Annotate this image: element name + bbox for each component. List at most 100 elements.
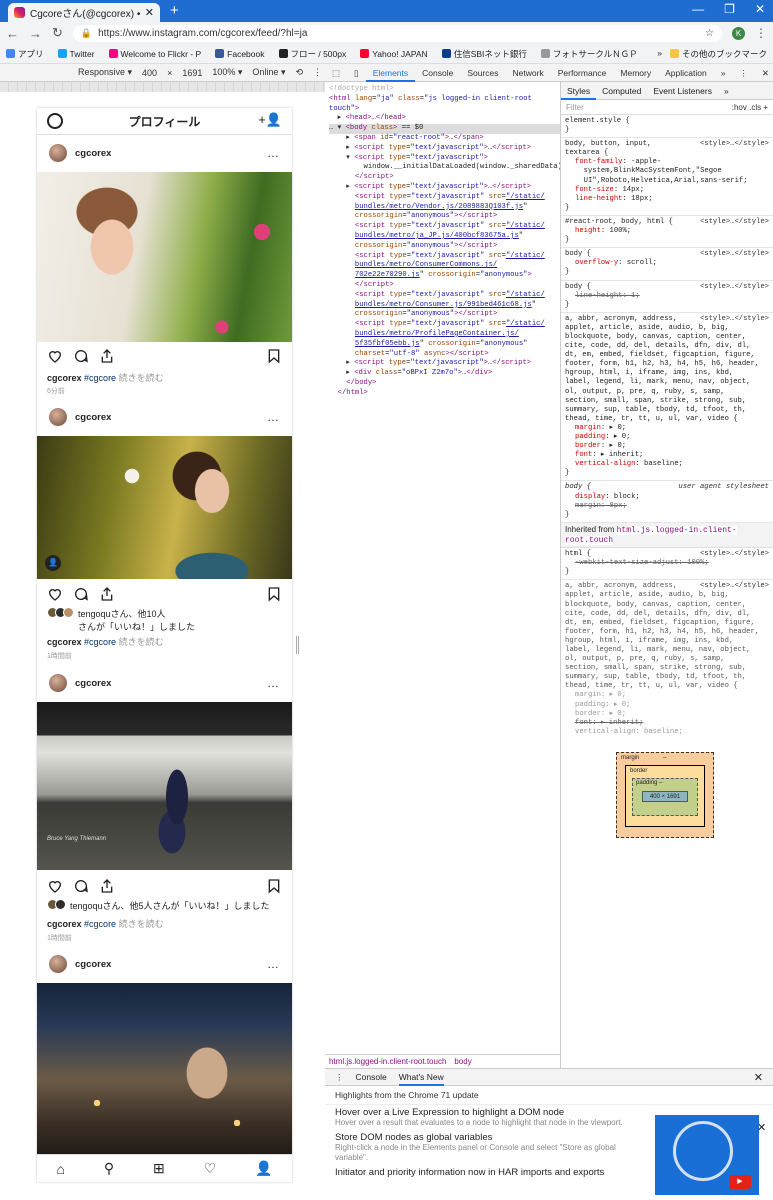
whats-new-item[interactable]: Hover over a Live Expression to highligh… bbox=[325, 1105, 643, 1130]
hashtag-link[interactable]: #cgcore bbox=[84, 637, 116, 647]
reload-icon[interactable]: ↻ bbox=[52, 25, 63, 41]
drawer-menu-icon[interactable]: ⋮ bbox=[335, 1072, 344, 1083]
hashtag-link[interactable]: #cgcore bbox=[84, 373, 116, 383]
dom-node-line[interactable]: ▾ <script type="text/javascript"> bbox=[329, 154, 560, 164]
tab-network[interactable]: Network bbox=[506, 64, 551, 82]
styles-overflow-icon[interactable]: » bbox=[718, 82, 735, 100]
share-icon[interactable] bbox=[99, 348, 115, 364]
dom-node-line[interactable]: 5f35fbf05ebb.js" crossorigin="anonymous" bbox=[329, 340, 560, 350]
whats-new-video-thumbnail[interactable]: ▶ bbox=[655, 1115, 759, 1195]
styles-rules[interactable]: element.style {} <style>…</style> body, b… bbox=[561, 115, 773, 735]
activity-heart-icon[interactable]: ♡ bbox=[204, 1160, 217, 1177]
dom-node-line[interactable]: </script> bbox=[329, 281, 560, 291]
box-content-size[interactable]: 400 × 1691 bbox=[642, 791, 688, 802]
box-margin-value[interactable]: – bbox=[663, 755, 666, 761]
zoom-select[interactable]: 100% ▾ bbox=[212, 67, 242, 78]
devtools-close-icon[interactable]: ✕ bbox=[755, 64, 773, 82]
post-username[interactable]: cgcorex bbox=[75, 678, 111, 689]
bookmark-item[interactable]: アプリ bbox=[6, 48, 44, 60]
post-username[interactable]: cgcorex bbox=[75, 148, 111, 159]
dom-node-line[interactable]: crossorigin="anonymous"></script> bbox=[329, 212, 560, 222]
close-window-icon[interactable]: ✕ bbox=[755, 2, 765, 16]
browser-tab[interactable]: Cgcoreさん(@cgcorex) • Instagram ✕ bbox=[8, 3, 160, 22]
tab-console[interactable]: Console bbox=[415, 64, 460, 82]
post-photo[interactable]: Bruce Yang Thiemann bbox=[37, 702, 292, 870]
breadcrumb-item[interactable]: body bbox=[454, 1057, 471, 1066]
whats-new-close-icon[interactable]: ✕ bbox=[757, 1121, 766, 1134]
post-photo[interactable] bbox=[37, 983, 292, 1158]
filter-tools[interactable]: :hov .cls + bbox=[732, 103, 768, 112]
more-options-icon[interactable]: … bbox=[267, 410, 280, 424]
bookmark-item[interactable]: フロー / 500px bbox=[278, 48, 346, 60]
share-icon[interactable] bbox=[99, 586, 115, 602]
forward-icon[interactable]: → bbox=[29, 26, 42, 41]
dom-node-line[interactable]: bundles/metro/ProfilePageContainer.js/ bbox=[329, 330, 560, 340]
dom-node-line[interactable]: bundles/metro/Vendor.js/2089883Q103f.js" bbox=[329, 203, 560, 213]
likes-text[interactable]: tengoquさん、他10人 bbox=[78, 609, 166, 619]
dom-node-line[interactable]: bundles/metro/Consumer.js/991bed461c68.j… bbox=[329, 301, 560, 311]
more-options-icon[interactable]: … bbox=[267, 146, 280, 160]
bookmark-item[interactable]: 住信SBIネット銀行 bbox=[441, 48, 527, 60]
dom-node-line[interactable]: touch"> bbox=[329, 105, 560, 115]
breadcrumb-item[interactable]: html.js.logged-in.client-root.touch bbox=[329, 1057, 446, 1066]
settings-gear-icon[interactable] bbox=[47, 113, 63, 129]
device-width-input[interactable]: 400 bbox=[142, 68, 157, 78]
tab-sources[interactable]: Sources bbox=[460, 64, 505, 82]
read-more-link[interactable]: 続きを読む bbox=[119, 637, 164, 647]
caption-username[interactable]: cgcorex bbox=[47, 637, 82, 647]
heart-icon[interactable] bbox=[47, 586, 63, 602]
dom-node-line[interactable]: </html> bbox=[329, 389, 560, 399]
tab-elements[interactable]: Elements bbox=[365, 64, 416, 82]
dom-node-line[interactable]: bundles/metro/ConsumerCommons.js/ bbox=[329, 261, 560, 271]
dom-node-line[interactable]: <html lang="ja" class="js logged-in clie… bbox=[329, 95, 560, 105]
profile-icon[interactable]: 👤 bbox=[255, 1160, 272, 1177]
caption-username[interactable]: cgcorex bbox=[47, 919, 82, 929]
tagged-user-icon[interactable]: 👤 bbox=[45, 555, 61, 571]
dom-node-line[interactable]: <!doctype html> bbox=[329, 85, 560, 95]
tab-computed[interactable]: Computed bbox=[596, 82, 647, 100]
dom-node-line[interactable]: … ▾ <body class> == $0 bbox=[329, 124, 560, 134]
tab-close-icon[interactable]: ✕ bbox=[145, 6, 154, 19]
post-photo[interactable]: 👤 bbox=[37, 436, 292, 579]
whats-new-item[interactable]: Store DOM nodes as global variables Right… bbox=[325, 1130, 643, 1165]
heart-icon[interactable] bbox=[47, 878, 63, 894]
more-options-icon[interactable]: … bbox=[267, 957, 280, 971]
resize-handle[interactable] bbox=[296, 636, 299, 654]
youtube-play-icon[interactable]: ▶ bbox=[729, 1175, 751, 1189]
bookmark-item[interactable]: Twitter bbox=[57, 49, 95, 59]
maximize-icon[interactable]: ❐ bbox=[724, 2, 735, 16]
dom-node-line[interactable]: <script type="text/javascript" src="/sta… bbox=[329, 291, 560, 301]
dom-node-line[interactable]: <script type="text/javascript" src="/sta… bbox=[329, 252, 560, 262]
whats-new-item[interactable]: Initiator and priority information now i… bbox=[325, 1165, 643, 1180]
tab-memory[interactable]: Memory bbox=[613, 64, 658, 82]
dom-node-line[interactable]: </body> bbox=[329, 379, 560, 389]
dom-node-line[interactable]: ▸ <script type="text/javascript">…</scri… bbox=[329, 183, 560, 193]
tab-application[interactable]: Application bbox=[658, 64, 714, 82]
dom-node-line[interactable]: ▸ <div class="oBPxI Z2m7o">…</div> bbox=[329, 369, 560, 379]
dom-node-line[interactable]: ▸ <head>…</head> bbox=[329, 114, 560, 124]
back-icon[interactable]: ← bbox=[6, 26, 19, 41]
dom-node-line[interactable]: crossorigin="anonymous"></script> bbox=[329, 242, 560, 252]
read-more-link[interactable]: 続きを読む bbox=[119, 919, 164, 929]
comment-icon[interactable] bbox=[73, 586, 89, 602]
address-bar[interactable]: 🔒 https://www.instagram.com/cgcorex/feed… bbox=[72, 24, 722, 42]
comment-icon[interactable] bbox=[73, 878, 89, 894]
dom-node-line[interactable]: ▸ <span id="react-root">…</span> bbox=[329, 134, 560, 144]
tab-performance[interactable]: Performance bbox=[551, 64, 614, 82]
drawer-close-icon[interactable]: ✕ bbox=[754, 1071, 763, 1084]
more-options-icon[interactable]: … bbox=[267, 676, 280, 690]
dom-node-line[interactable]: window.__initialDataLoaded(window._share… bbox=[329, 163, 561, 173]
read-more-link[interactable]: 続きを読む bbox=[119, 373, 164, 383]
home-icon[interactable]: ⌂ bbox=[56, 1161, 64, 1177]
dom-node-line[interactable]: <script type="text/javascript" src="/sta… bbox=[329, 222, 560, 232]
post-photo[interactable] bbox=[37, 172, 292, 342]
drawer-tab-console[interactable]: Console bbox=[356, 1072, 387, 1082]
likes-text[interactable]: tengoquさん、他5人さんが「いいね！」しました bbox=[70, 899, 270, 912]
filter-input[interactable]: Filter bbox=[566, 103, 584, 112]
dom-node-line[interactable]: bundles/metro/ja_JP.js/400bcf83675a.js" bbox=[329, 232, 560, 242]
bookmark-item[interactable]: Welcome to Flickr - P bbox=[108, 49, 201, 59]
network-select[interactable]: Online ▾ bbox=[252, 67, 285, 78]
menu-dots-icon[interactable]: ⋮ bbox=[755, 26, 767, 40]
profile-avatar[interactable]: K bbox=[732, 26, 745, 40]
dom-node-line[interactable]: crossorigin="anonymous"></script> bbox=[329, 310, 560, 320]
